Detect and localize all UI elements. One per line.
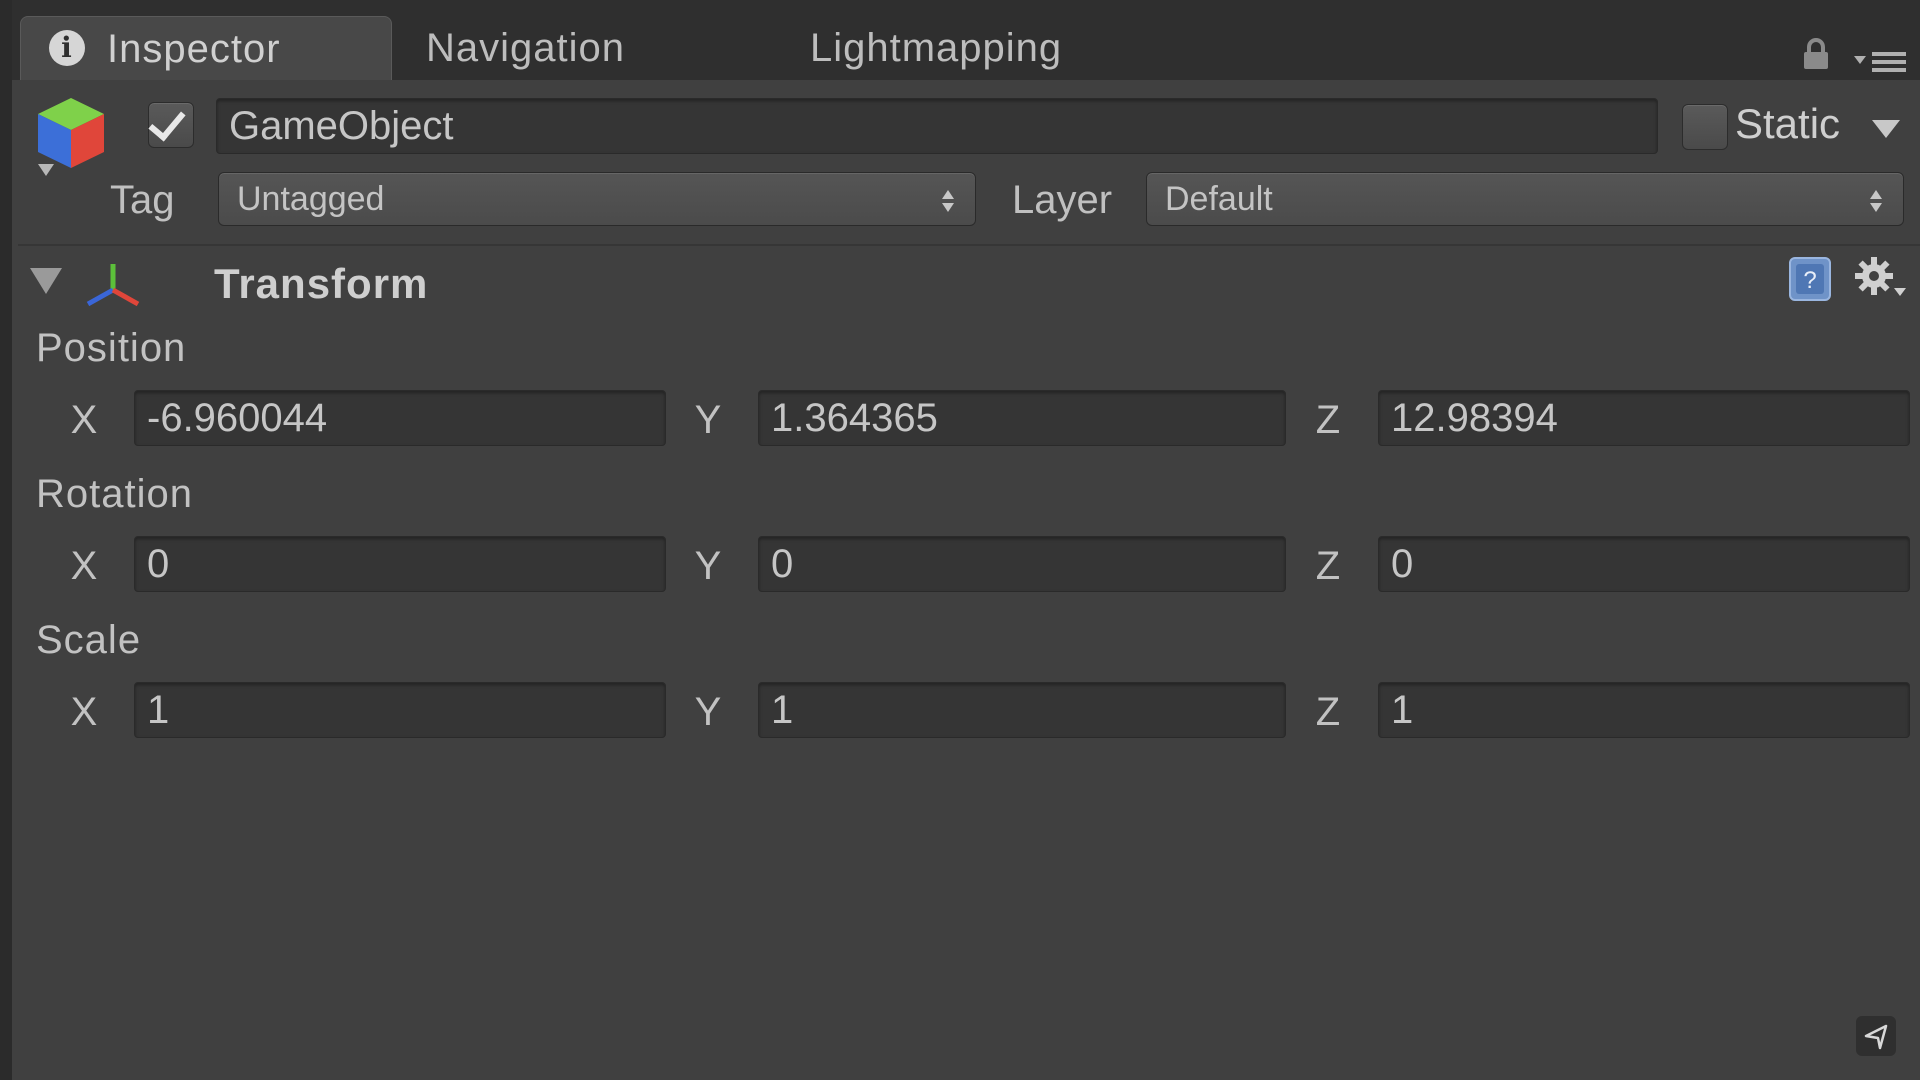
static-dropdown-arrow-icon[interactable] xyxy=(1872,120,1900,138)
rotation-y-label[interactable]: Y xyxy=(688,544,728,589)
rotation-x-field[interactable]: 0 xyxy=(134,536,666,592)
axis-icon xyxy=(86,264,140,307)
tab-lightmapping[interactable]: Lightmapping xyxy=(810,16,1062,80)
svg-text:?: ? xyxy=(1803,267,1816,294)
position-z-field[interactable]: 12.98394 xyxy=(1378,390,1910,446)
foldout-arrow-icon[interactable] xyxy=(30,268,62,294)
rotation-x-label[interactable]: X xyxy=(64,544,104,589)
position-x-label[interactable]: X xyxy=(64,398,104,443)
send-arrow-icon xyxy=(1864,1024,1888,1050)
scale-x-field[interactable]: 1 xyxy=(134,682,666,738)
scale-y-label[interactable]: Y xyxy=(688,690,728,735)
divider xyxy=(18,244,1920,246)
rotation-y-field[interactable]: 0 xyxy=(758,536,1286,592)
layer-label: Layer xyxy=(1012,178,1113,222)
help-icon[interactable]: ? xyxy=(1786,254,1834,304)
updown-arrows-icon xyxy=(942,190,954,212)
scale-z-field[interactable]: 1 xyxy=(1378,682,1910,738)
lock-icon[interactable] xyxy=(1802,38,1830,70)
info-icon: i xyxy=(49,30,85,66)
tab-navigation[interactable]: Navigation xyxy=(426,16,625,80)
position-label: Position xyxy=(36,326,187,370)
rotation-label: Rotation xyxy=(36,472,193,516)
position-y-label[interactable]: Y xyxy=(688,398,728,443)
panel-menu-icon[interactable] xyxy=(1850,48,1910,76)
rotation-z-label[interactable]: Z xyxy=(1308,544,1348,589)
updown-arrows-icon xyxy=(1870,190,1882,212)
static-label: Static xyxy=(1735,100,1841,147)
scale-y-field[interactable]: 1 xyxy=(758,682,1286,738)
tab-inspector-label: Inspector xyxy=(107,27,281,71)
position-x-field[interactable]: -6.960044 xyxy=(134,390,666,446)
tab-inspector[interactable]: i Inspector xyxy=(20,16,392,81)
static-checkbox[interactable] xyxy=(1682,104,1728,150)
tag-value: Untagged xyxy=(237,180,385,218)
object-name-field[interactable]: GameObject xyxy=(216,98,1658,154)
tag-dropdown[interactable]: Untagged xyxy=(218,172,976,226)
corner-badge[interactable] xyxy=(1856,1016,1896,1056)
active-checkbox[interactable] xyxy=(148,102,194,148)
layer-value: Default xyxy=(1165,180,1273,218)
component-title: Transform xyxy=(214,260,429,307)
scale-z-label[interactable]: Z xyxy=(1308,690,1348,735)
scale-label: Scale xyxy=(36,618,142,662)
window-edge xyxy=(0,0,12,1080)
layer-dropdown[interactable]: Default xyxy=(1146,172,1904,226)
checkmark-icon xyxy=(148,102,186,142)
rotation-z-field[interactable]: 0 xyxy=(1378,536,1910,592)
position-z-label[interactable]: Z xyxy=(1308,398,1348,443)
scale-x-label[interactable]: X xyxy=(64,690,104,735)
gear-icon[interactable] xyxy=(1852,254,1908,302)
position-y-field[interactable]: 1.364365 xyxy=(758,390,1286,446)
cube-icon[interactable] xyxy=(34,96,108,182)
tag-label: Tag xyxy=(110,178,175,222)
